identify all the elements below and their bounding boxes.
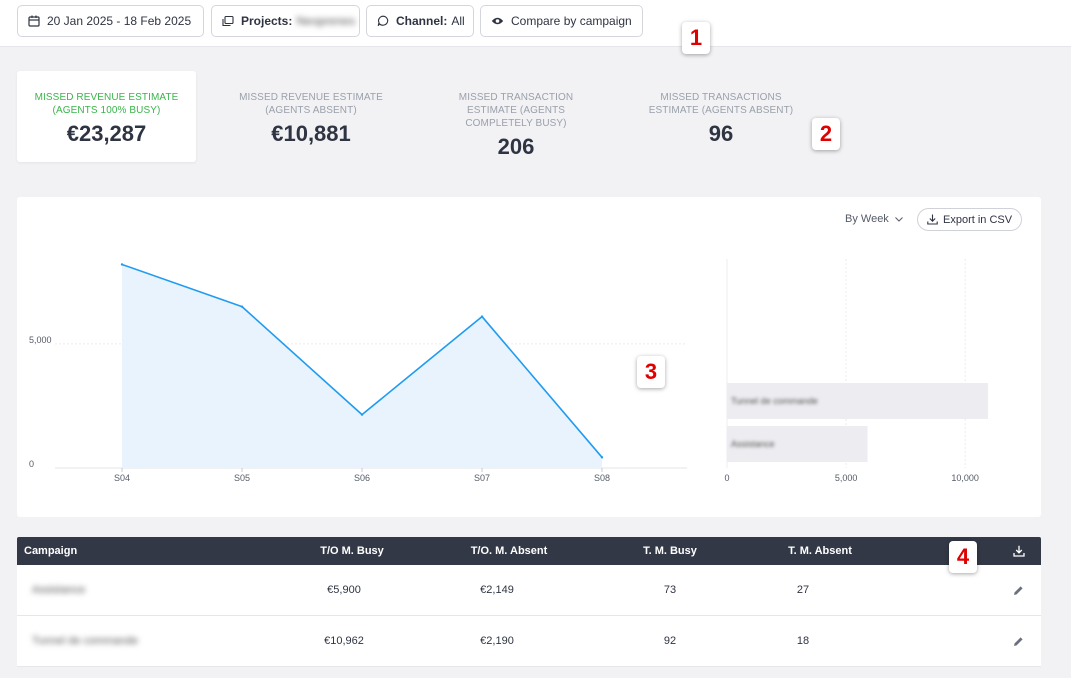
kpi-value: €23,287 xyxy=(66,121,147,146)
kpi-missed-revenue-absent[interactable]: MISSED REVENUE ESTIMATE (AGENTS ABSENT) … xyxy=(226,91,396,147)
x-tick-label: S05 xyxy=(234,473,250,483)
column-header-to-absent[interactable]: T/O. M. Absent xyxy=(459,537,559,565)
download-icon xyxy=(1013,545,1025,557)
cell-to-absent: €2,190 xyxy=(480,635,514,647)
bar-category-label: Assistance xyxy=(731,439,775,449)
date-range-label: 20 Jan 2025 - 18 Feb 2025 xyxy=(47,14,192,28)
table-row[interactable]: Tunnel de commande €10,962 €2,190 92 18 xyxy=(17,616,1041,667)
cell-t-absent: 18 xyxy=(796,635,810,647)
compare-by-campaign-button[interactable]: Compare by campaign xyxy=(480,5,643,37)
date-range-picker[interactable]: 20 Jan 2025 - 18 Feb 2025 xyxy=(17,5,204,37)
column-header-campaign[interactable]: Campaign xyxy=(24,537,77,565)
column-header-t-absent[interactable]: T. M. Absent xyxy=(770,537,870,565)
edit-row-button[interactable] xyxy=(1013,565,1024,615)
calendar-icon xyxy=(28,15,40,27)
annotation-badge-4: 4 xyxy=(949,541,977,573)
annotation-badge-2: 2 xyxy=(812,118,840,150)
bar-category-label: Tunnel de commande xyxy=(731,396,818,406)
pencil-icon xyxy=(1014,585,1023,595)
chart-panel: By Week Export in CSV 0 5,000 S04 S05 S06 S07… xyxy=(17,197,1041,517)
projects-filter-label: Projects: xyxy=(241,14,293,28)
x-tick-label: S08 xyxy=(594,473,610,483)
channel-filter-label: Channel: xyxy=(396,14,448,28)
x-tick-label: 5,000 xyxy=(835,473,858,483)
x-tick-label: S06 xyxy=(354,473,370,483)
cell-to-absent: €2,149 xyxy=(480,584,514,596)
table-row[interactable]: Assistance €5,900 €2,149 73 27 xyxy=(17,565,1041,616)
campaign-name: Tunnel de commande xyxy=(32,635,138,647)
folders-icon xyxy=(222,15,234,27)
bar-chart: 0 5,000 10,000 Tunnel de commande Assistance xyxy=(724,259,989,483)
campaign-name: Assistance xyxy=(32,584,86,596)
campaign-table: Campaign T/O M. Busy T/O. M. Absent T. M… xyxy=(17,537,1041,667)
column-header-t-busy[interactable]: T. M. Busy xyxy=(620,537,720,565)
table-header: Campaign T/O M. Busy T/O. M. Absent T. M… xyxy=(17,537,1041,565)
data-point xyxy=(360,413,364,416)
kpi-missed-revenue-busy[interactable]: MISSED REVENUE ESTIMATE (AGENTS 100% BUS… xyxy=(17,71,196,162)
kpi-value: 96 xyxy=(708,121,734,146)
chat-bubble-icon xyxy=(377,15,389,27)
x-tick-label: 10,000 xyxy=(951,473,979,483)
cell-t-busy: 73 xyxy=(663,584,677,596)
kpi-value: €10,881 xyxy=(271,121,351,146)
area-fill xyxy=(122,264,602,468)
annotation-badge-1: 1 xyxy=(682,22,710,54)
pencil-icon xyxy=(1014,636,1023,646)
x-tick-label: S07 xyxy=(474,473,490,483)
filter-bar: 20 Jan 2025 - 18 Feb 2025 Projects: Neop… xyxy=(0,0,1071,47)
line-chart: 0 5,000 S04 S05 S06 S07 S08 xyxy=(29,263,687,483)
eye-icon xyxy=(491,17,504,25)
channel-filter[interactable]: Channel: All xyxy=(366,5,474,37)
projects-filter[interactable]: Projects: Neoprenes xyxy=(211,5,360,37)
cell-t-absent: 27 xyxy=(796,584,810,596)
kpi-label: MISSED TRANSACTION ESTIMATE (AGENTS COMP… xyxy=(458,92,574,129)
y-tick-label: 0 xyxy=(29,459,34,469)
x-tick-label: 0 xyxy=(724,473,729,483)
edit-row-button[interactable] xyxy=(1013,616,1024,666)
annotation-badge-3: 3 xyxy=(637,356,665,388)
column-header-to-busy[interactable]: T/O M. Busy xyxy=(302,537,402,565)
data-point xyxy=(240,305,244,308)
kpi-missed-transactions-absent[interactable]: MISSED TRANSACTIONS ESTIMATE (AGENTS ABS… xyxy=(641,91,801,147)
projects-filter-value: Neoprenes xyxy=(296,14,356,28)
compare-by-campaign-label: Compare by campaign xyxy=(511,14,632,28)
channel-filter-value: All xyxy=(451,14,465,28)
cell-t-busy: 92 xyxy=(663,635,677,647)
x-tick-label: S04 xyxy=(114,473,130,483)
table-download-button[interactable] xyxy=(1013,537,1025,565)
kpi-label: MISSED TRANSACTIONS ESTIMATE (AGENTS ABS… xyxy=(648,92,794,116)
data-point xyxy=(480,315,484,318)
kpi-label: MISSED REVENUE ESTIMATE (AGENTS 100% BUS… xyxy=(34,92,179,116)
data-point xyxy=(120,263,124,266)
cell-to-busy: €5,900 xyxy=(327,584,361,596)
data-point xyxy=(600,456,604,459)
kpi-label: MISSED REVENUE ESTIMATE (AGENTS ABSENT) xyxy=(239,92,383,116)
kpi-value: 206 xyxy=(497,134,535,159)
cell-to-busy: €10,962 xyxy=(324,635,364,647)
y-tick-label: 5,000 xyxy=(29,335,52,345)
kpi-missed-transactions-busy[interactable]: MISSED TRANSACTION ESTIMATE (AGENTS COMP… xyxy=(441,91,591,160)
